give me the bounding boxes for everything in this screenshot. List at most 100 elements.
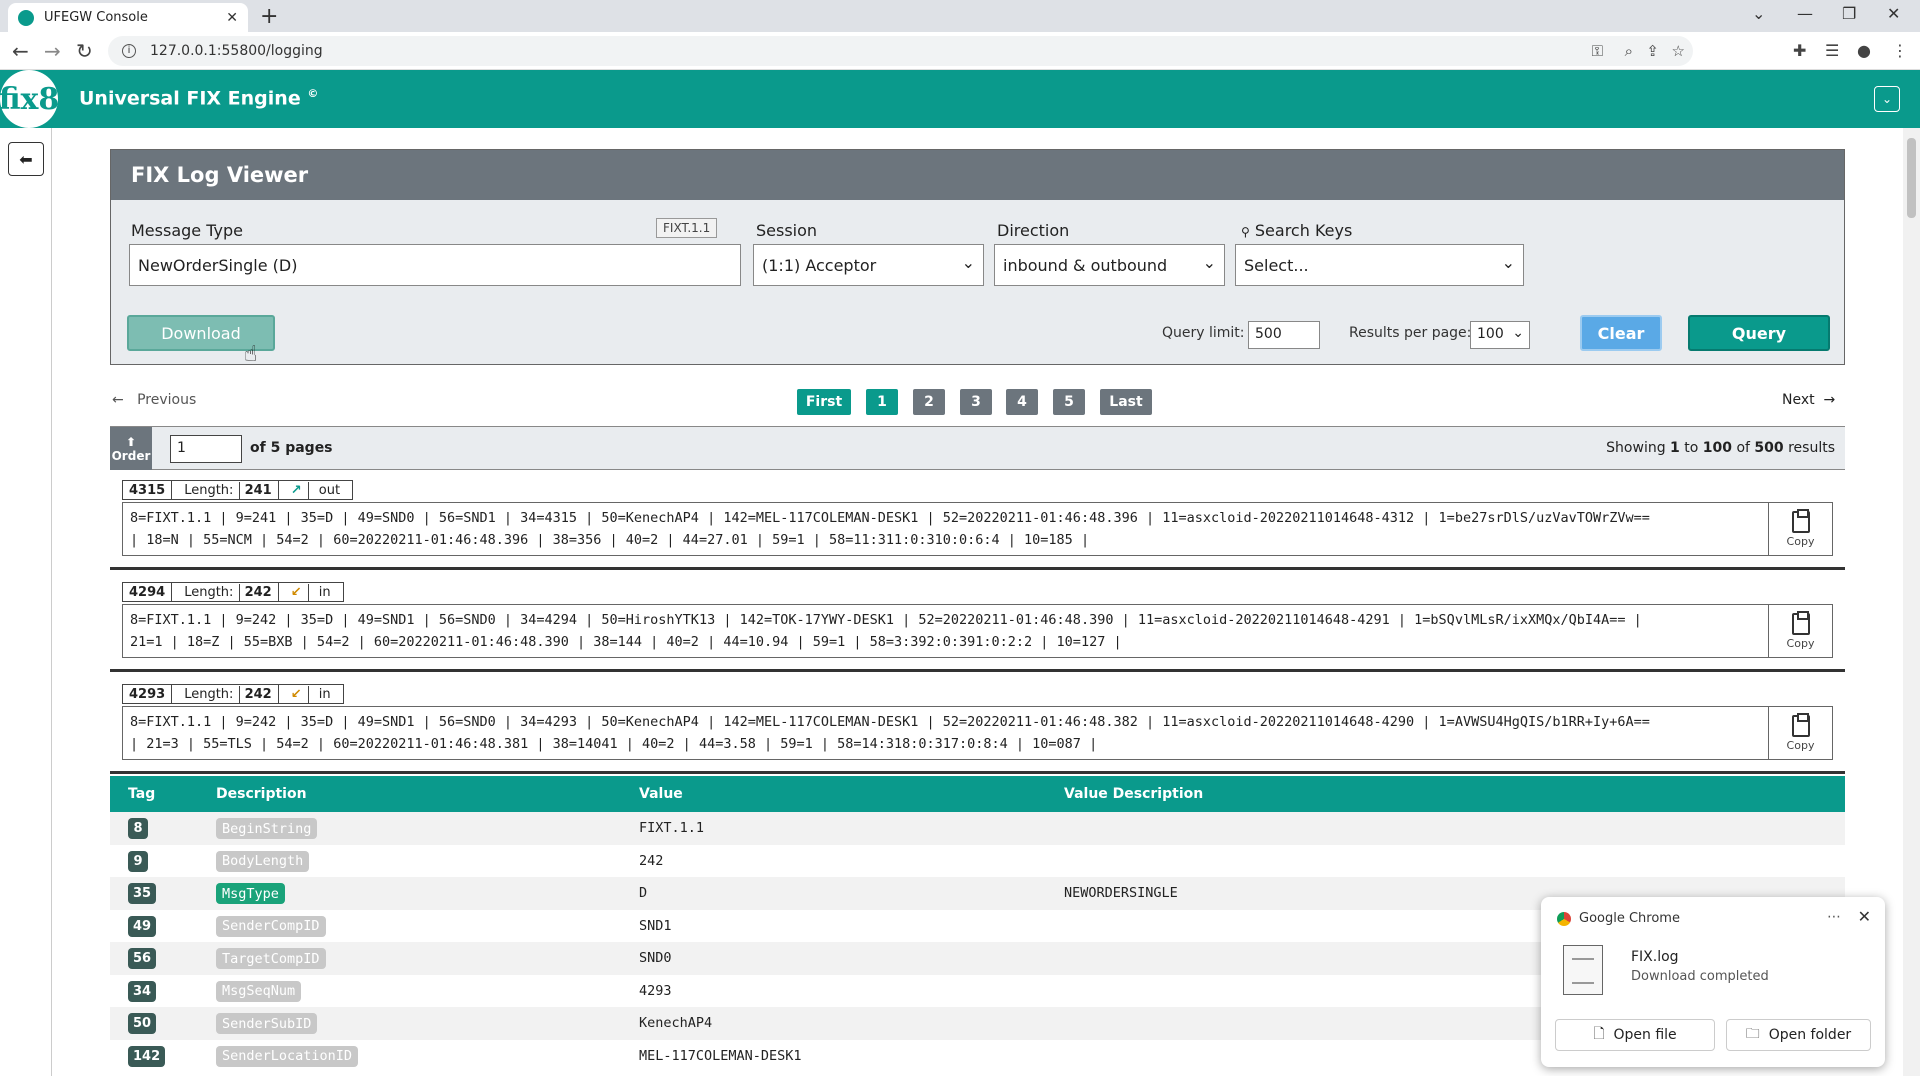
copy-button[interactable]: Copy bbox=[1769, 706, 1833, 760]
clear-button[interactable]: Clear bbox=[1580, 315, 1662, 351]
tab-title: UFEGW Console bbox=[44, 10, 148, 25]
chrome-icon bbox=[1557, 911, 1571, 926]
copy-button[interactable]: Copy bbox=[1769, 502, 1833, 556]
restore-icon[interactable]: ❐ bbox=[1842, 4, 1856, 23]
back-arrow-icon[interactable]: ← bbox=[12, 39, 29, 63]
session-value: (1:1) Acceptor bbox=[762, 255, 877, 275]
open-folder-button[interactable]: 🗀 Open folder bbox=[1726, 1019, 1871, 1051]
log-entry[interactable]: 4293 Length: 242 ↙ in 8=FIXT.1.1 | 9=242… bbox=[110, 674, 1845, 774]
log-entry[interactable]: 4294 Length: 242 ↙ in 8=FIXT.1.1 | 9=242… bbox=[110, 572, 1845, 672]
header-menu-chevron-icon[interactable]: ⌄ bbox=[1874, 86, 1900, 112]
page-2-button[interactable]: 2 bbox=[913, 389, 945, 415]
search-keys-value: Select... bbox=[1244, 255, 1309, 275]
entry-length: Length: 241 bbox=[172, 481, 279, 499]
fix-message-text[interactable]: 8=FIXT.1.1 | 9=242 | 35=D | 49=SND1 | 56… bbox=[122, 706, 1769, 760]
tag-value: KenechAP4 bbox=[639, 1015, 713, 1031]
next-link[interactable]: Next → bbox=[1782, 392, 1835, 408]
inbound-arrow-icon: ↙ bbox=[285, 685, 309, 703]
zoom-icon[interactable]: ⌕ bbox=[1625, 42, 1633, 60]
url-field[interactable]: i 127.0.0.1:55800/logging ⚿ ⌕ ⇪ ☆ bbox=[108, 36, 1693, 66]
key-icon[interactable]: ⚿ bbox=[1592, 42, 1603, 60]
extensions-icon[interactable]: ✚ bbox=[1793, 41, 1806, 60]
file-icon bbox=[1563, 945, 1603, 995]
page-first-button[interactable]: First bbox=[797, 389, 851, 415]
tab-search-icon[interactable]: ⌄ bbox=[1752, 4, 1765, 23]
tag-number: 9 bbox=[128, 850, 148, 872]
entry-seq: 4315 bbox=[123, 481, 173, 499]
site-info-icon[interactable]: i bbox=[122, 44, 136, 58]
session-select[interactable]: (1:1) Acceptor bbox=[753, 244, 984, 286]
log-entry[interactable]: 4315 Length: 241 ↗ out 8=FIXT.1.1 | 9=24… bbox=[110, 470, 1845, 570]
tag-description: MsgSeqNum bbox=[216, 980, 302, 1002]
back-arrow-button[interactable]: ⬅ bbox=[8, 142, 44, 176]
session-label: Session bbox=[756, 221, 818, 240]
app-header: fix8 Universal FIX Engine © ⌄ bbox=[0, 70, 1920, 128]
tag-number: 142 bbox=[128, 1045, 166, 1067]
profile-avatar-icon[interactable]: ● bbox=[1857, 41, 1871, 60]
scrollbar-thumb[interactable] bbox=[1907, 138, 1916, 218]
close-icon[interactable]: ✕ bbox=[1858, 907, 1871, 926]
popup-header: Google Chrome bbox=[1557, 911, 1680, 926]
search-keys-select[interactable]: Select... bbox=[1235, 244, 1524, 286]
tag-number: 49 bbox=[128, 915, 157, 937]
minimize-icon[interactable]: — bbox=[1797, 4, 1813, 23]
copy-button[interactable]: Copy bbox=[1769, 604, 1833, 658]
page-3-button[interactable]: 3 bbox=[960, 389, 992, 415]
download-file-name: FIX.log bbox=[1631, 949, 1679, 965]
direction-label: Direction bbox=[997, 221, 1070, 240]
reload-icon[interactable]: ↻ bbox=[76, 39, 93, 63]
query-limit-input[interactable]: 500 bbox=[1248, 321, 1320, 349]
results-per-page-select[interactable]: 100 ⌄ bbox=[1470, 321, 1530, 349]
of-pages-text: of 5 pages bbox=[250, 440, 333, 456]
open-file-button[interactable]: 🗋 Open file bbox=[1555, 1019, 1715, 1051]
page-scrollbar[interactable] bbox=[1903, 128, 1920, 1076]
order-button[interactable]: ⬆ Order bbox=[110, 427, 152, 471]
entry-seq: 4294 bbox=[123, 583, 173, 601]
fix-message-text[interactable]: 8=FIXT.1.1 | 9=242 | 35=D | 49=SND1 | 56… bbox=[122, 604, 1769, 658]
tag-value: SND0 bbox=[639, 950, 672, 966]
query-button[interactable]: Query bbox=[1688, 315, 1830, 351]
url-text: 127.0.0.1:55800/logging bbox=[150, 43, 323, 59]
tag-value: 4293 bbox=[639, 982, 672, 999]
page-number-input[interactable]: 1 bbox=[170, 435, 242, 463]
filter-icon: ⚲ bbox=[1241, 225, 1250, 239]
close-window-icon[interactable]: ✕ bbox=[1887, 4, 1900, 23]
inbound-arrow-icon: ↙ bbox=[285, 583, 309, 601]
browser-tabbar: UFEGW Console ✕ + ⌄ — ❐ ✕ bbox=[0, 0, 1920, 32]
share-icon[interactable]: ⇪ bbox=[1646, 42, 1659, 60]
page-last-button[interactable]: Last bbox=[1100, 389, 1152, 415]
outbound-arrow-icon: ↗ bbox=[285, 481, 309, 499]
message-type-input[interactable]: NewOrderSingle (D) bbox=[129, 244, 741, 286]
col-tag: Tag bbox=[128, 786, 156, 802]
col-value: Value bbox=[639, 786, 683, 802]
forward-arrow-icon[interactable]: → bbox=[44, 39, 61, 63]
entry-meta: 4293 Length: 242 ↙ in bbox=[122, 684, 344, 704]
col-value-description: Value Description bbox=[1064, 786, 1204, 802]
query-limit-label: Query limit: bbox=[1162, 325, 1245, 341]
message-type-label: Message Type bbox=[131, 221, 243, 240]
entry-direction: ↙ in bbox=[279, 583, 343, 601]
page-5-button[interactable]: 5 bbox=[1053, 389, 1085, 415]
direction-select[interactable]: inbound & outbound bbox=[994, 244, 1225, 286]
browser-menu-icon[interactable]: ⋮ bbox=[1892, 41, 1908, 60]
reading-list-icon[interactable]: ☰ bbox=[1825, 41, 1839, 60]
fix-message-text[interactable]: 8=FIXT.1.1 | 9=241 | 35=D | 49=SND0 | 56… bbox=[122, 502, 1769, 556]
favicon-icon bbox=[18, 9, 34, 26]
more-options-icon[interactable]: ⋯ bbox=[1827, 909, 1841, 925]
address-bar: ← → ↻ i 127.0.0.1:55800/logging ⚿ ⌕ ⇪ ☆ … bbox=[0, 32, 1920, 70]
entry-seq: 4293 bbox=[123, 685, 173, 703]
clipboard-icon bbox=[1791, 508, 1810, 533]
close-tab-icon[interactable]: ✕ bbox=[226, 10, 238, 26]
bookmark-star-icon[interactable]: ☆ bbox=[1672, 42, 1685, 60]
tag-description: BodyLength bbox=[216, 850, 310, 872]
page-4-button[interactable]: 4 bbox=[1006, 389, 1038, 415]
entry-direction: ↗ out bbox=[279, 481, 352, 499]
results-per-page-label: Results per page: bbox=[1349, 325, 1472, 341]
page-1-button[interactable]: 1 bbox=[866, 389, 898, 415]
previous-link[interactable]: ← Previous bbox=[112, 392, 196, 408]
new-tab-icon[interactable]: + bbox=[260, 4, 278, 29]
browser-tab[interactable]: UFEGW Console ✕ bbox=[8, 3, 248, 32]
tag-value: 242 bbox=[639, 852, 664, 869]
tag-description: SenderCompID bbox=[216, 915, 326, 937]
download-notification: Google Chrome ⋯ ✕ FIX.log Download compl… bbox=[1541, 897, 1885, 1067]
